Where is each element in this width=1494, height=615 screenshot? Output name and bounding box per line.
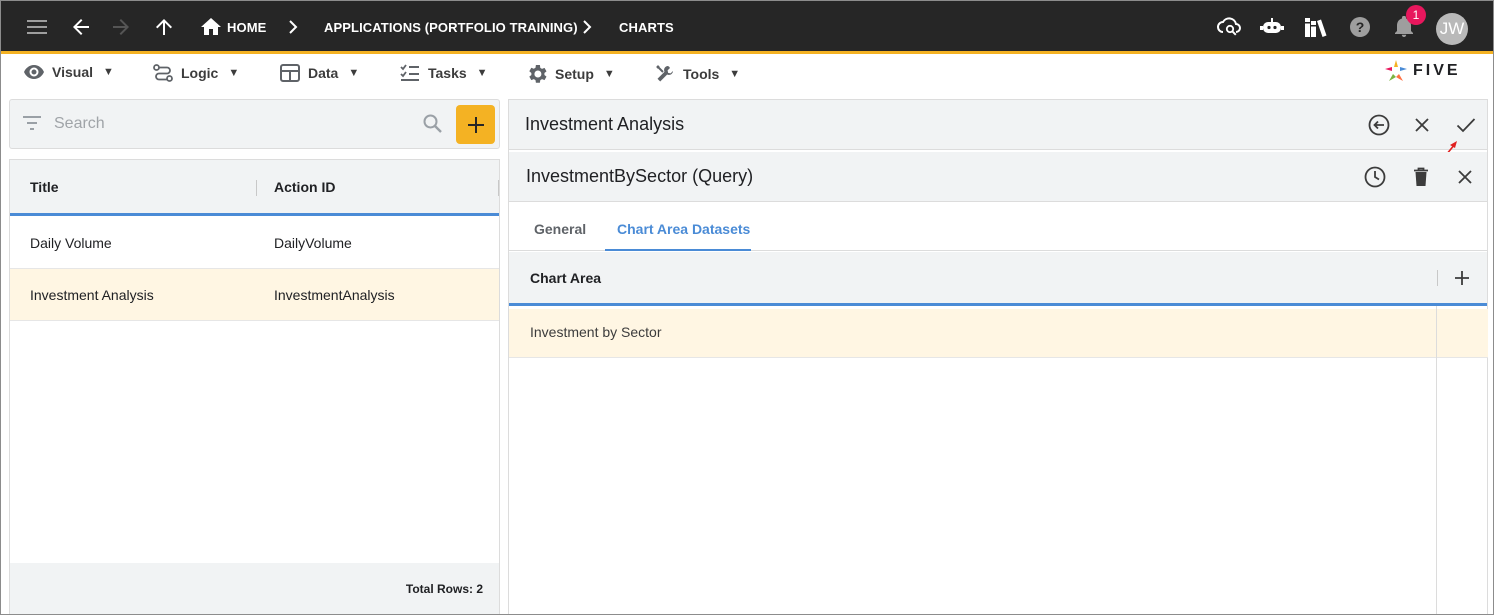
add-chart-area-button[interactable]	[1449, 265, 1475, 291]
total-rows: Total Rows: 2	[405, 582, 483, 596]
cell-action-id: DailyVolume	[274, 235, 352, 251]
tools-icon	[656, 65, 673, 82]
logic-icon	[153, 64, 173, 82]
table-row[interactable]: Daily Volume DailyVolume	[10, 217, 499, 269]
top-bar: HOME APPLICATIONS (PORTFOLIO TRAINING) C…	[1, 1, 1493, 54]
plus-icon	[1455, 271, 1469, 285]
column-header-title[interactable]: Title	[30, 179, 59, 195]
cell-action-id: InvestmentAnalysis	[274, 287, 395, 303]
menu-bar: Visual ▼ Logic ▼ Data ▼ Tasks ▼ Setup ▼ Tools…	[1, 57, 1493, 91]
chevron-right-icon	[287, 17, 301, 42]
eye-icon	[24, 65, 44, 79]
tab-chart-area-datasets[interactable]: Chart Area Datasets	[617, 221, 750, 237]
table-row-selected[interactable]: Investment Analysis InvestmentAnalysis	[10, 269, 499, 321]
caret-down-icon: ▼	[103, 66, 114, 78]
caret-down-icon: ▼	[603, 68, 615, 80]
logo-text: FIVE	[1413, 62, 1461, 79]
breadcrumb-charts[interactable]: CHARTS	[619, 20, 674, 35]
column-divider	[1436, 306, 1437, 614]
chatbot-icon[interactable]	[1259, 14, 1285, 40]
forward-arrow-icon[interactable]	[108, 14, 134, 40]
menu-logic[interactable]: Logic ▼	[153, 64, 239, 82]
column-header-action-id[interactable]: Action ID	[274, 179, 335, 195]
up-arrow-icon[interactable]	[151, 14, 177, 40]
table-icon	[280, 64, 300, 82]
close-icon[interactable]	[1452, 164, 1478, 190]
caret-down-icon: ▼	[729, 68, 741, 80]
menu-tools-label: Tools	[683, 66, 720, 82]
menu-visual-label: Visual	[52, 64, 93, 80]
svg-text:?: ?	[1356, 19, 1365, 35]
tab-general[interactable]: General	[534, 221, 586, 237]
row-action-cell	[1437, 309, 1488, 358]
record-list: Title Action ID Daily Volume DailyVolume…	[9, 159, 500, 614]
column-divider	[1437, 270, 1438, 286]
history-back-icon[interactable]	[1366, 112, 1392, 138]
menu-tasks[interactable]: Tasks ▼	[400, 64, 488, 82]
sub-form-title: InvestmentBySector (Query)	[526, 166, 754, 186]
avatar[interactable]: JW	[1436, 13, 1468, 45]
chevron-right-icon	[581, 17, 595, 42]
form-header: Investment Analysis	[509, 100, 1487, 161]
back-arrow-icon[interactable]	[68, 14, 94, 40]
search-input[interactable]	[54, 112, 414, 136]
home-icon[interactable]	[198, 14, 224, 40]
books-icon[interactable]	[1303, 14, 1329, 40]
cell-title: Daily Volume	[30, 235, 112, 251]
tab-bar: General Chart Area Datasets	[509, 203, 1487, 251]
menu-tasks-label: Tasks	[428, 65, 467, 81]
column-divider	[498, 180, 499, 196]
notification-badge: 1	[1406, 5, 1426, 25]
column-divider	[256, 180, 257, 196]
checklist-icon	[400, 64, 419, 81]
help-icon[interactable]: ?	[1347, 14, 1373, 40]
breadcrumb-home[interactable]: HOME	[227, 20, 266, 35]
caret-down-icon: ▼	[228, 67, 240, 79]
close-icon[interactable]	[1409, 112, 1435, 138]
menu-visual[interactable]: Visual ▼	[24, 64, 114, 80]
five-logo: FIVE	[1385, 60, 1461, 82]
chart-area-header: Chart Area	[509, 252, 1487, 306]
search-bar	[9, 99, 500, 149]
list-header: Title Action ID	[10, 160, 499, 216]
list-footer: Total Rows: 2	[10, 563, 499, 614]
menu-setup-label: Setup	[555, 66, 594, 82]
clock-icon[interactable]	[1362, 164, 1388, 190]
caret-down-icon: ▼	[348, 67, 360, 79]
sub-form-header: InvestmentBySector (Query)	[509, 152, 1487, 202]
form-title: Investment Analysis	[525, 114, 685, 134]
menu-logic-label: Logic	[181, 65, 219, 81]
app-window: HOME APPLICATIONS (PORTFOLIO TRAINING) C…	[0, 0, 1494, 615]
menu-setup[interactable]: Setup ▼	[527, 64, 615, 84]
add-record-button[interactable]	[456, 105, 495, 144]
menu-data[interactable]: Data ▼	[280, 64, 359, 82]
search-icon[interactable]	[422, 113, 444, 140]
filter-icon[interactable]	[22, 114, 42, 137]
detail-panel: Investment Analysis InvestmentBySector (…	[508, 99, 1488, 614]
table-row-selected[interactable]: Investment by Sector	[509, 309, 1436, 358]
menu-tools[interactable]: Tools ▼	[655, 64, 740, 84]
menu-data-label: Data	[308, 65, 339, 81]
check-icon[interactable]	[1453, 112, 1479, 138]
breadcrumb-applications[interactable]: APPLICATIONS (PORTFOLIO TRAINING)	[324, 20, 578, 35]
menu-icon[interactable]	[24, 14, 50, 40]
active-tab-indicator	[605, 249, 751, 251]
cell-title: Investment Analysis	[30, 287, 154, 303]
cloud-search-icon[interactable]	[1216, 14, 1242, 40]
trash-icon[interactable]	[1408, 164, 1434, 190]
column-header-chart-area[interactable]: Chart Area	[530, 270, 601, 286]
gear-icon	[529, 65, 547, 83]
plus-icon	[467, 116, 484, 133]
cell-chart-area: Investment by Sector	[530, 324, 662, 340]
caret-down-icon: ▼	[476, 67, 488, 79]
